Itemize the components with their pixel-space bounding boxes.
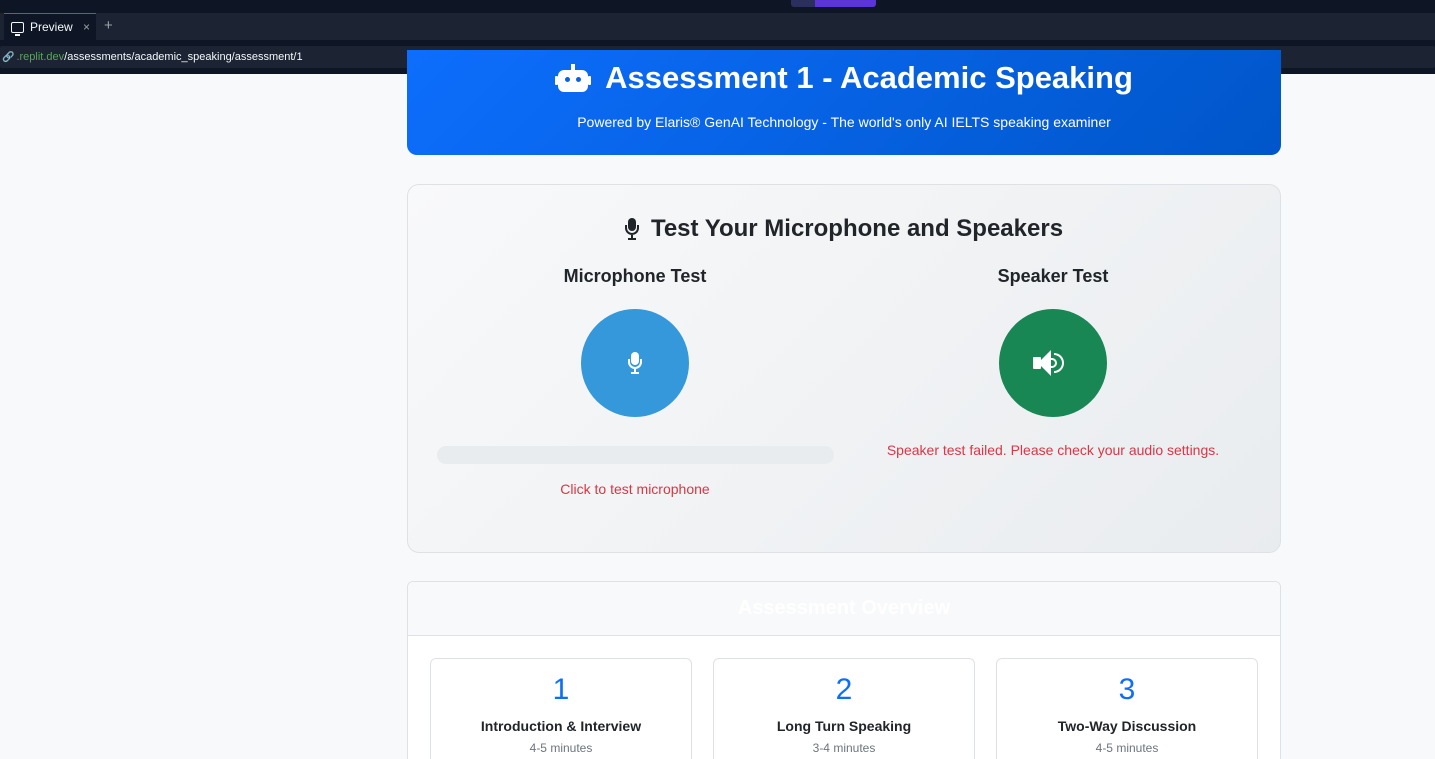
page-subtitle: Powered by Elaris® GenAI Technology - Th… [577, 114, 1111, 130]
device-test-title-text: Test Your Microphone and Speakers [650, 215, 1064, 242]
part-number: 3 [1118, 673, 1136, 706]
part-card-1: 1 Introduction & Interview 4-5 minutes [430, 658, 692, 759]
microphone-icon [628, 352, 642, 374]
tab-preview[interactable]: Preview × [4, 13, 96, 40]
part-name: Long Turn Speaking [776, 718, 912, 734]
overview-title: Assessment Overview [408, 582, 1280, 636]
link-icon: 🔗 [2, 51, 15, 63]
part-duration: 4-5 minutes [1095, 741, 1159, 755]
tab-label: Preview [30, 20, 73, 34]
test-speaker-button[interactable] [999, 309, 1107, 417]
tab-row [0, 13, 1435, 40]
top-indicator [815, 0, 876, 7]
volume-icon [1033, 348, 1073, 378]
part-name: Introduction & Interview [480, 718, 642, 734]
part-duration: 3-4 minutes [812, 741, 876, 755]
top-strip [0, 0, 1435, 13]
close-icon[interactable]: × [83, 20, 90, 34]
part-card-3: 3 Two-Way Discussion 4-5 minutes [996, 658, 1258, 759]
assessment-header: Assessment 1 - Academic Speaking Powered… [407, 50, 1281, 155]
part-number: 2 [835, 673, 853, 706]
part-name: Two-Way Discussion [1057, 718, 1197, 734]
device-test-card: Test Your Microphone and Speakers Microp… [407, 184, 1281, 553]
assessment-overview-card: Assessment Overview 1 Introduction & Int… [407, 581, 1281, 759]
monitor-icon [11, 21, 24, 36]
part-card-2: 2 Long Turn Speaking 3-4 minutes [713, 658, 975, 759]
part-number: 1 [552, 673, 570, 706]
url-domain: .replit.dev [16, 51, 65, 63]
test-microphone-button[interactable] [581, 309, 689, 417]
device-test-title: Test Your Microphone and Speakers [408, 215, 1280, 243]
microphone-test-title: Microphone Test [563, 266, 707, 286]
top-indicator-dark [791, 0, 815, 7]
robot-icon [555, 64, 592, 92]
page-title: Assessment 1 - Academic Speaking [407, 60, 1281, 96]
speaker-test-title: Speaker Test [997, 266, 1109, 286]
speaker-status: Speaker test failed. Please check your a… [886, 442, 1220, 458]
microphone-status: Click to test microphone [560, 481, 710, 497]
part-duration: 4-5 minutes [529, 741, 593, 755]
microphone-icon [624, 218, 639, 240]
url-path: /assessments/academic_speaking/assessmen… [64, 51, 303, 63]
new-tab-button[interactable]: + [104, 17, 113, 35]
page-title-text: Assessment 1 - Academic Speaking [605, 60, 1133, 95]
microphone-level-bar [437, 446, 834, 464]
